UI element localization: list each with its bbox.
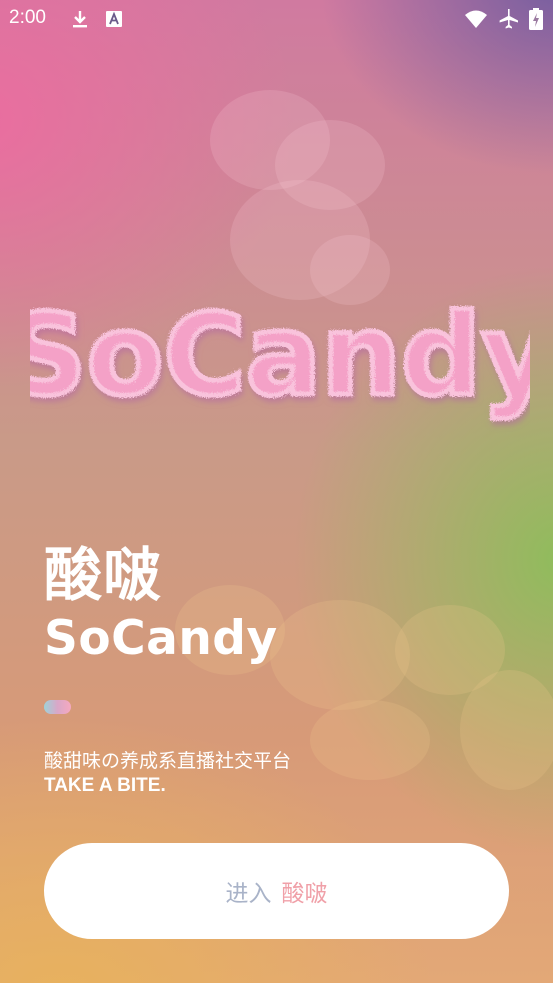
title-chinese: 酸啵 xyxy=(44,541,163,609)
wifi-icon xyxy=(465,10,487,28)
status-time: 2:00 xyxy=(9,7,46,28)
logo-text: SoCandy xyxy=(30,291,530,421)
status-bar: 2:00 xyxy=(0,0,553,38)
tagline-english: TAKE A BITE. xyxy=(44,775,166,796)
enter-button[interactable]: 进入 酸啵 xyxy=(44,843,509,939)
text-a-icon xyxy=(106,11,122,27)
title-english: SoCandy xyxy=(44,611,278,666)
airplane-icon xyxy=(499,9,518,29)
battery-charging-icon xyxy=(529,8,543,30)
decorative-pill xyxy=(44,700,71,714)
tagline-chinese: 酸甜味の养成系直播社交平台 xyxy=(44,750,292,772)
socandy-fuzzy-logo: SoCandy xyxy=(30,289,530,424)
download-icon xyxy=(73,11,87,28)
enter-button-label-enter: 进入 xyxy=(225,881,272,907)
enter-button-label-brand: 酸啵 xyxy=(281,881,328,907)
background-ghost-logo-bottom xyxy=(175,585,553,790)
